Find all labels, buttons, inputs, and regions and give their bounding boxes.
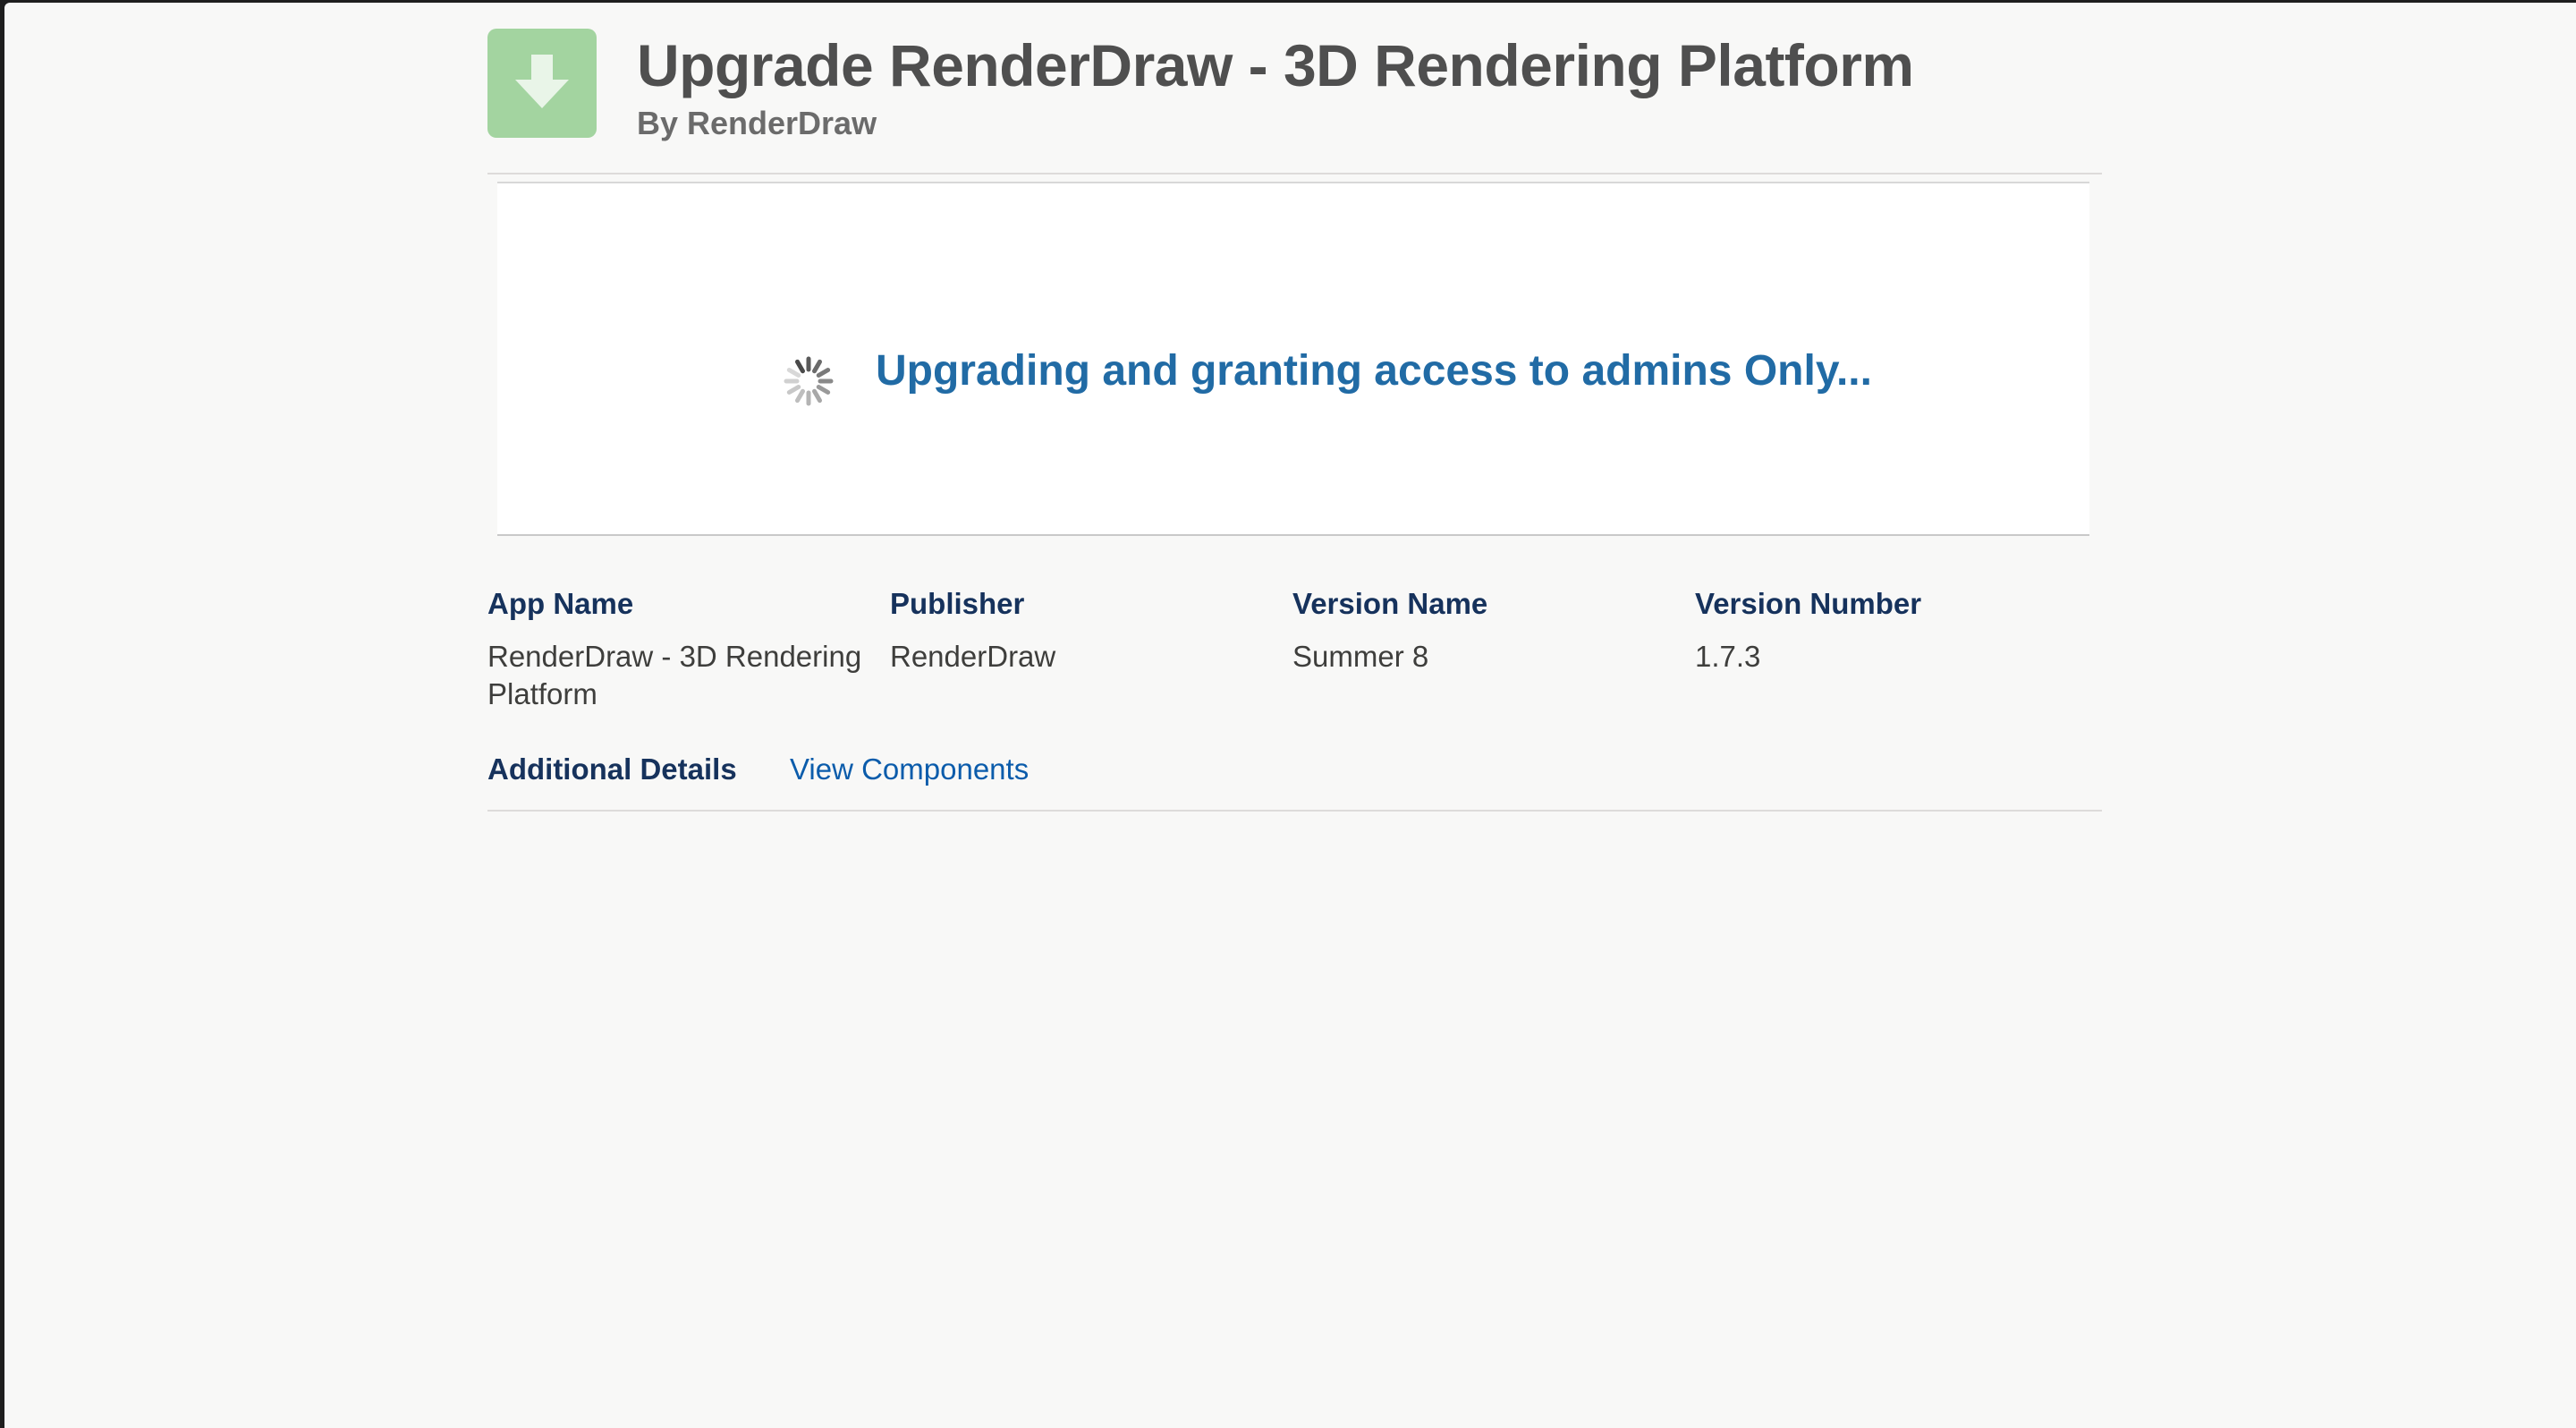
version-number-column: Version Number 1.7.3 (1695, 584, 2080, 676)
upgrade-status-panel: Upgrading and granting access to admins … (497, 182, 2089, 536)
view-components-link[interactable]: View Components (790, 752, 1029, 786)
publisher-label: Publisher (890, 587, 1025, 620)
download-arrow-icon (487, 29, 597, 138)
version-name-column: Version Name Summer 8 (1292, 584, 1677, 676)
app-name-column: App Name RenderDraw - 3D Rendering Platf… (487, 584, 872, 713)
version-number-label: Version Number (1695, 587, 1922, 620)
publisher-value: RenderDraw (890, 640, 1056, 673)
version-number-value: 1.7.3 (1695, 640, 1761, 673)
version-name-label: Version Name (1292, 587, 1488, 620)
additional-details-label: Additional Details (487, 752, 737, 786)
page-title: Upgrade RenderDraw - 3D Rendering Platfo… (637, 32, 1914, 98)
app-window: Upgrade RenderDraw - 3D Rendering Platfo… (4, 3, 2576, 1428)
spinner-icon (784, 356, 834, 406)
upgrade-page: Upgrade RenderDraw - 3D Rendering Platfo… (487, 3, 2102, 812)
publisher-column: Publisher RenderDraw (890, 584, 1275, 676)
app-name-label: App Name (487, 587, 634, 620)
app-name-value: RenderDraw - 3D Rendering Platform (487, 640, 862, 710)
upgrade-status-message: Upgrading and granting access to admins … (876, 347, 1872, 395)
page-header: Upgrade RenderDraw - 3D Rendering Platfo… (487, 3, 2102, 174)
version-name-value: Summer 8 (1292, 640, 1429, 673)
details-links-row: Additional Details View Components (487, 747, 2102, 812)
publisher-subtitle: By RenderDraw (637, 105, 877, 141)
